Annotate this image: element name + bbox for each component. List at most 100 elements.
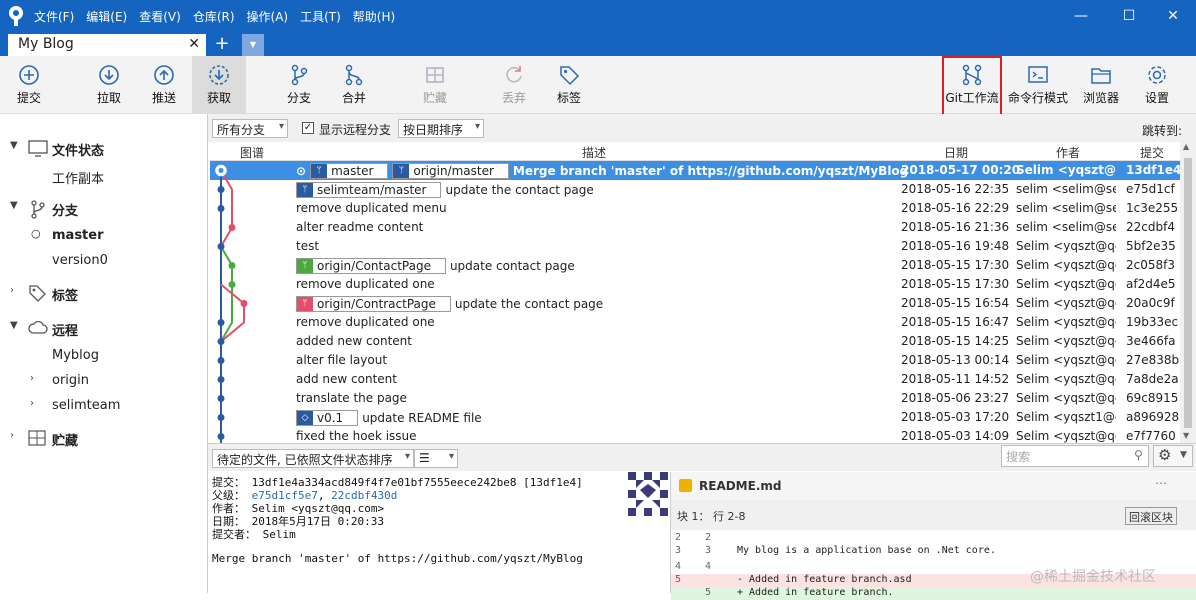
new-tab-button[interactable]: + <box>210 34 234 56</box>
menu-help[interactable]: 帮助(H) <box>353 8 395 25</box>
sidebar-item-version0[interactable]: version0 <box>0 251 208 273</box>
commit-author: Selim <yqszt@qc <box>1016 391 1116 405</box>
explorer-button[interactable]: 浏览器 <box>1078 56 1124 114</box>
view-mode-dropdown[interactable]: ☰ <box>414 449 458 468</box>
commit-row[interactable]: ᛘ origin/ContactPage update contact page 20… <box>210 256 1180 275</box>
branch-button[interactable]: 分支 <box>276 56 322 114</box>
sidebar-remotes[interactable]: ▼ 远程 <box>0 318 208 340</box>
show-remote-checkbox[interactable]: ✓ <box>302 122 314 134</box>
sidebar: ▼ 文件状态 工作副本 ▼ 分支 ○ master version0 › 标签 … <box>0 114 208 593</box>
commit-row[interactable]: remove duplicated one 2018-05-15 17:30 Sel… <box>210 275 1180 294</box>
branch-label[interactable]: ᛘ origin/ContractPage <box>296 296 451 312</box>
scroll-down-icon[interactable]: ▼ <box>1183 431 1189 440</box>
commit-hash: 27e838b <box>1126 353 1180 367</box>
commit-row[interactable]: test 2018-05-16 19:48 Selim <yqszt@qc 5bf2e… <box>210 237 1180 256</box>
fetch-button[interactable]: 获取 <box>192 56 246 114</box>
chevron-down-icon[interactable]: ▼ <box>10 200 18 211</box>
sidebar-stashes[interactable]: › 贮藏 <box>0 428 208 450</box>
commit-description: fixed the hoek issue <box>296 429 417 443</box>
commit-row[interactable]: ᛘ selimteam/master update the contact page… <box>210 180 1180 199</box>
commit-row[interactable]: remove duplicated menu 2018-05-16 22:29 se… <box>210 199 1180 218</box>
branch-label[interactable]: ᛘ selimteam/master <box>296 182 442 198</box>
commit-row[interactable]: ◇ v0.1 update README file 2018-05-03 17:20 S… <box>210 408 1180 427</box>
tab-dropdown-button[interactable]: ▼ <box>242 34 264 56</box>
chevron-right-icon[interactable]: › <box>30 398 34 409</box>
branch-label[interactable]: ᛘ master <box>310 163 389 179</box>
menu-view[interactable]: 查看(V) <box>139 8 181 25</box>
close-tab-icon[interactable]: ✕ <box>188 36 200 52</box>
diff-line[interactable]: 22 <box>671 532 1196 545</box>
commit-description: remove duplicated menu <box>296 201 447 215</box>
commit-row[interactable]: remove duplicated one 2018-05-15 16:47 Sel… <box>210 313 1180 332</box>
maximize-button[interactable]: ☐ <box>1106 0 1152 32</box>
chevron-down-icon[interactable]: ▼ <box>10 140 18 151</box>
sidebar-item-origin[interactable]: › origin <box>0 371 208 393</box>
commit-row[interactable]: added new content 2018-05-15 14:25 Selim <… <box>210 332 1180 351</box>
minimize-button[interactable]: — <box>1058 0 1104 32</box>
menu-actions[interactable]: 操作(A) <box>247 8 289 25</box>
commit-button[interactable]: 提交 <box>6 56 52 114</box>
sidebar-item-master[interactable]: ○ master <box>0 226 208 248</box>
diff-line[interactable]: 5 + Added in feature branch. <box>671 587 1196 600</box>
branch-label[interactable]: ᛘ origin/ContactPage <box>296 258 446 274</box>
menu-tools[interactable]: 工具(T) <box>300 8 341 25</box>
commit-row[interactable]: fixed the hoek issue 2018-05-03 14:09 Seli… <box>210 427 1180 443</box>
tag-label[interactable]: ◇ v0.1 <box>296 410 359 426</box>
scroll-up-icon[interactable]: ▲ <box>1183 142 1189 151</box>
sidebar-tags[interactable]: › 标签 <box>0 283 208 305</box>
new-line-number: 2 <box>705 532 712 543</box>
discard-hunk-button[interactable]: 回滚区块 <box>1125 507 1177 525</box>
commit-list-header: 图谱 描述 日期 作者 提交 <box>210 142 1180 161</box>
merge-button[interactable]: 合并 <box>331 56 377 114</box>
commit-list-scrollbar[interactable]: ▲ ▼ <box>1180 142 1196 443</box>
sidebar-item-working-copy[interactable]: 工作副本 <box>0 166 208 188</box>
chevron-down-icon[interactable]: ▼ <box>10 320 18 331</box>
column-date[interactable]: 日期 <box>944 144 968 161</box>
scrollbar-thumb[interactable] <box>1184 158 1192 428</box>
commit-row[interactable]: translate the page 2018-05-06 23:27 Selim … <box>210 389 1180 408</box>
diff-line[interactable]: 3 3 My blog is a application base on .Net … <box>671 545 1196 558</box>
column-description[interactable]: 描述 <box>582 144 606 161</box>
chevron-right-icon[interactable]: › <box>30 373 34 384</box>
diff-file-header: README.md ⋯ <box>671 472 1196 500</box>
search-input[interactable]: 搜索 <box>1001 445 1149 467</box>
tab-my-blog[interactable]: My Blog ✕ <box>8 34 206 56</box>
jump-to-label: 跳转到: <box>1142 124 1183 138</box>
stash-button[interactable]: 贮藏 <box>412 56 458 114</box>
pull-button[interactable]: 拉取 <box>86 56 132 114</box>
sort-dropdown[interactable]: 按日期排序 <box>398 119 484 138</box>
commit-row[interactable]: alter file layout 2018-05-13 00:14 Selim <… <box>210 351 1180 370</box>
menu-edit[interactable]: 编辑(E) <box>86 8 127 25</box>
chevron-right-icon[interactable]: › <box>10 285 14 296</box>
commit-message: added new content <box>296 334 412 348</box>
sidebar-item-myblog[interactable]: Myblog <box>0 346 208 368</box>
push-button[interactable]: 推送 <box>141 56 187 114</box>
chevron-right-icon[interactable]: › <box>10 430 14 441</box>
commit-row[interactable]: alter readme content 2018-05-16 21:36 seli… <box>210 218 1180 237</box>
sidebar-branches[interactable]: ▼ 分支 <box>0 198 208 220</box>
more-options-icon[interactable]: ⋯ <box>1155 476 1167 490</box>
column-author[interactable]: 作者 <box>1056 144 1080 161</box>
terminal-button[interactable]: 命令行模式 <box>1006 56 1070 114</box>
pending-files-dropdown[interactable]: 待定的文件, 已依照文件状态排序 <box>212 449 414 468</box>
column-graph[interactable]: 图谱 <box>240 144 264 161</box>
commit-row[interactable]: ⊙ ᛘ master ᛘ origin/master Merge branch 'mast… <box>210 161 1180 180</box>
sidebar-item-selimteam[interactable]: › selimteam <box>0 396 208 418</box>
menu-file[interactable]: 文件(F) <box>34 8 74 25</box>
column-commit[interactable]: 提交 <box>1140 144 1164 161</box>
discard-button[interactable]: 丢弃 <box>491 56 537 114</box>
commit-author: selim <selim@se <box>1016 220 1116 234</box>
sidebar-file-status[interactable]: ▼ 文件状态 <box>0 138 208 160</box>
settings-button[interactable]: 设置 <box>1134 56 1180 114</box>
branch-label[interactable]: ᛘ origin/master <box>392 163 509 179</box>
close-window-button[interactable]: ✕ <box>1150 0 1196 32</box>
commit-author: Selim <yqszt@qq <box>1016 163 1116 177</box>
options-button[interactable]: ⚙ ▼ <box>1153 445 1193 467</box>
commit-date: 2018-05-15 17:30 <box>901 277 1010 291</box>
menu-repository[interactable]: 仓库(R) <box>193 8 235 25</box>
commit-row[interactable]: add new content 2018-05-11 14:52 Selim <yq… <box>210 370 1180 389</box>
commit-message: test <box>296 239 320 253</box>
commit-row[interactable]: ᛘ origin/ContractPage update the contact p… <box>210 294 1180 313</box>
tag-button[interactable]: 标签 <box>546 56 592 114</box>
branch-filter-dropdown[interactable]: 所有分支 <box>212 119 288 138</box>
